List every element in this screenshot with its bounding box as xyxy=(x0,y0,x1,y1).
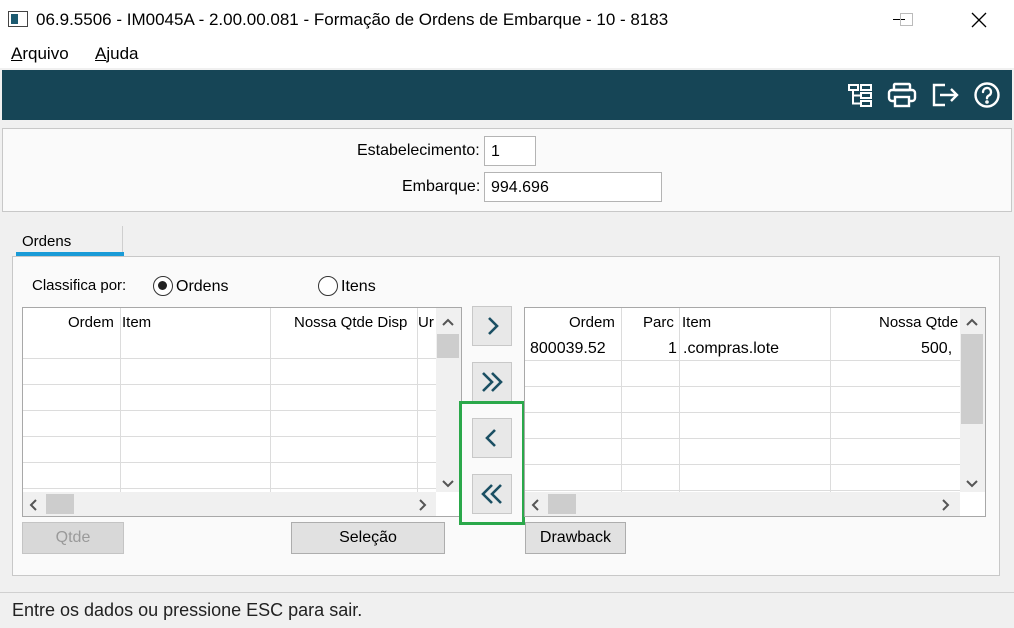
menu-bar: Arquivo Ajuda xyxy=(0,40,1014,68)
left-col-item[interactable]: Item xyxy=(122,314,151,331)
right-col-parc[interactable]: Parc xyxy=(643,314,674,331)
qtde-button[interactable]: Qtde xyxy=(22,522,124,554)
remove-buttons-highlight xyxy=(459,401,525,525)
left-col-nossa-qtde-disp[interactable]: Nossa Qtde Disp xyxy=(294,314,407,331)
right-grid-rowline xyxy=(525,412,960,413)
exit-icon[interactable] xyxy=(929,80,961,110)
left-grid-hscrollbar[interactable] xyxy=(23,492,436,516)
left-grid-divider xyxy=(270,308,271,492)
menu-ajuda[interactable]: Ajuda xyxy=(95,44,138,64)
right-grid-hscroll-thumb[interactable] xyxy=(548,494,576,514)
left-grid-rowline xyxy=(23,384,436,385)
estabelecimento-field[interactable]: 1 xyxy=(484,136,536,166)
left-grid-rowline xyxy=(23,462,436,463)
scroll-up-icon[interactable] xyxy=(441,314,455,332)
sort-itens-label: Itens xyxy=(341,278,376,295)
menu-arquivo[interactable]: Arquivo xyxy=(11,44,69,64)
app-icon xyxy=(8,11,28,27)
left-grid-divider xyxy=(417,308,418,492)
scroll-left-icon[interactable] xyxy=(530,498,540,517)
help-icon[interactable] xyxy=(971,80,1003,110)
menu-ajuda-mnemonic: A xyxy=(95,44,107,63)
scroll-right-icon[interactable] xyxy=(941,498,951,517)
toolbar xyxy=(2,70,1012,120)
left-grid-rowline xyxy=(23,410,436,411)
estabelecimento-label: Estabelecimento: xyxy=(357,142,480,159)
right-grid-rowline xyxy=(525,386,960,387)
sort-label: Classifica por: xyxy=(32,277,127,294)
scroll-down-icon[interactable] xyxy=(441,476,455,494)
right-col-ordem[interactable]: Ordem xyxy=(569,314,615,331)
title-bar: 06.9.5506 - IM0045A - 2.00.00.081 - Form… xyxy=(0,0,1014,40)
left-col-ordem[interactable]: Ordem xyxy=(68,314,114,331)
maximize-button[interactable] xyxy=(884,0,930,40)
left-orders-grid[interactable] xyxy=(22,307,462,517)
left-grid-vscroll-thumb[interactable] xyxy=(437,334,459,358)
right-grid-rowline xyxy=(525,490,960,491)
right-col-item[interactable]: Item xyxy=(682,314,711,331)
status-bar: Entre os dados ou pressione ESC para sai… xyxy=(0,592,1014,628)
sort-itens-radio[interactable] xyxy=(318,276,338,296)
printer-icon[interactable] xyxy=(886,80,918,110)
window-title: 06.9.5506 - IM0045A - 2.00.00.081 - Form… xyxy=(36,10,669,29)
scroll-down-icon[interactable] xyxy=(965,476,979,494)
left-grid-divider xyxy=(120,308,121,492)
tab-separator xyxy=(122,226,123,254)
right-grid-rowline xyxy=(525,464,960,465)
right-row-ordem: 800039.52 xyxy=(530,340,606,357)
selecao-button[interactable]: Seleção xyxy=(291,522,445,554)
right-grid-hscrollbar[interactable] xyxy=(525,492,960,516)
embarque-field[interactable]: 994.696 xyxy=(484,172,662,202)
right-row-item: .compras.lote xyxy=(683,340,780,357)
sort-ordens-label: Ordens xyxy=(176,278,229,295)
left-grid-hscroll-thumb[interactable] xyxy=(46,494,74,514)
right-col-nossa-qtde[interactable]: Nossa Qtde xyxy=(879,314,958,331)
right-row-parc: 1 xyxy=(668,340,677,357)
maximize-icon xyxy=(900,13,913,26)
embarque-label: Embarque: xyxy=(402,178,481,195)
close-button[interactable] xyxy=(956,0,1002,40)
chevron-right-icon xyxy=(488,317,499,335)
scroll-right-icon[interactable] xyxy=(418,498,428,517)
left-grid-rowline xyxy=(23,436,436,437)
sort-ordens-radio[interactable] xyxy=(153,276,173,296)
scroll-left-icon[interactable] xyxy=(28,498,38,517)
right-grid-rowline xyxy=(525,438,960,439)
right-grid-rowline xyxy=(525,360,960,361)
menu-arquivo-label: rquivo xyxy=(22,44,69,63)
scroll-up-icon[interactable] xyxy=(965,314,979,332)
left-grid-rowline xyxy=(23,488,436,489)
add-one-button[interactable] xyxy=(472,306,512,346)
drawback-button[interactable]: Drawback xyxy=(525,522,626,554)
double-chevron-right-icon xyxy=(482,372,503,392)
right-grid-vscroll-thumb[interactable] xyxy=(961,334,983,424)
left-grid-rowline xyxy=(23,358,436,359)
add-all-button[interactable] xyxy=(472,362,512,402)
status-text: Entre os dados ou pressione ESC para sai… xyxy=(12,600,363,620)
tab-ordens-label: Ordens xyxy=(22,233,72,250)
right-row-nossa-qtde: 500, xyxy=(921,340,953,357)
menu-arquivo-mnemonic: A xyxy=(11,44,23,63)
tree-structure-icon[interactable] xyxy=(844,80,876,110)
close-icon xyxy=(971,12,987,28)
menu-ajuda-label: juda xyxy=(106,44,139,63)
left-col-un[interactable]: Ur xyxy=(418,314,434,331)
